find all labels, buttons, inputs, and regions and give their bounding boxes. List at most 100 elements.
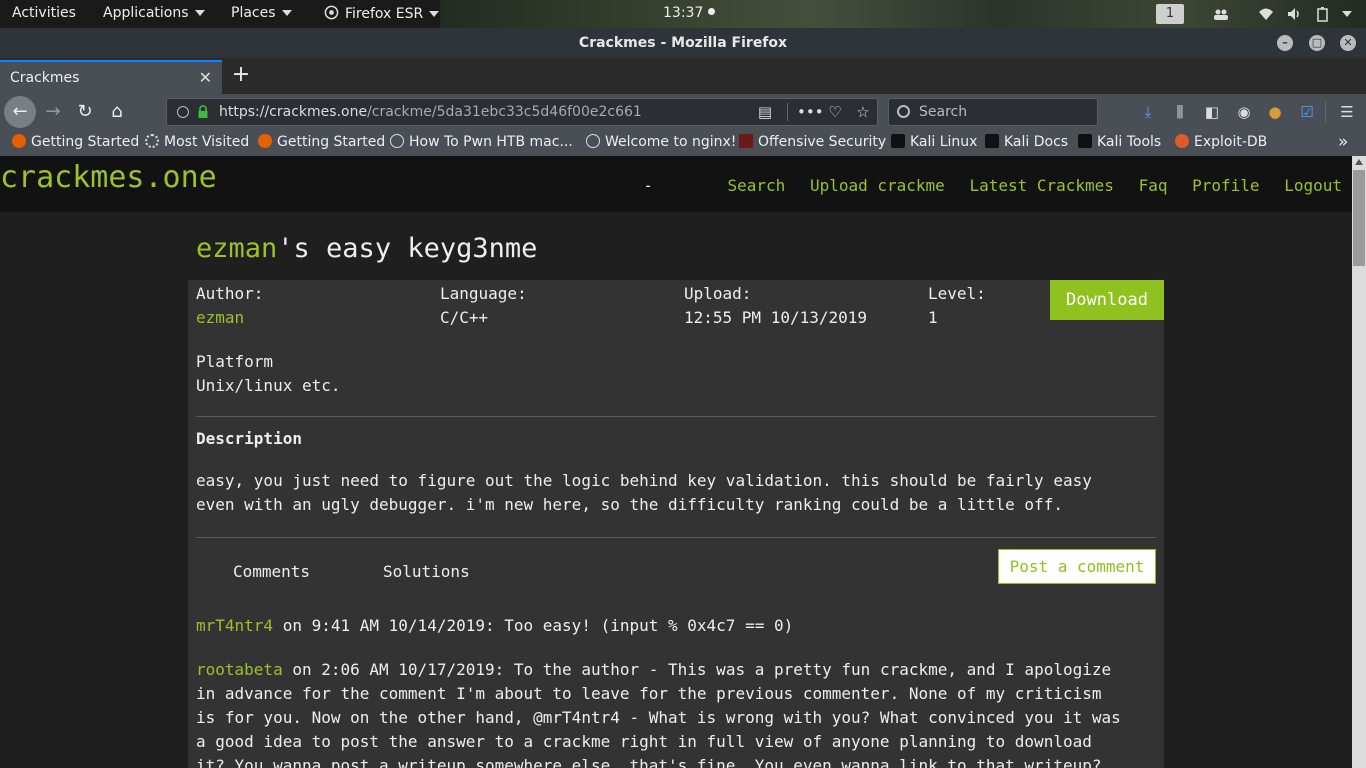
bookmark-label: Kali Tools: [1097, 134, 1162, 150]
exploit-db-icon: [1175, 134, 1189, 148]
comment-text: on 2:06 AM 10/17/2019: To the author - T…: [282, 660, 1112, 679]
volume-icon[interactable]: [1286, 6, 1302, 22]
padlock-icon[interactable]: [197, 105, 209, 119]
bookmark-kali-docs[interactable]: Kali Docs: [985, 134, 1068, 150]
page-scrollbar[interactable]: [1352, 156, 1366, 768]
site-nav: - Search Upload crackme Latest Crackmes …: [628, 176, 1342, 195]
author-link[interactable]: ezman: [196, 308, 244, 327]
bookmark-label: Welcome to nginx!: [605, 134, 737, 150]
bookmark-nginx[interactable]: Welcome to nginx!: [586, 134, 736, 150]
title-author-link[interactable]: ezman: [196, 233, 277, 264]
tab-label: Crackmes: [10, 70, 80, 86]
tab-solutions[interactable]: Solutions: [383, 562, 470, 581]
bookmark-getting-started[interactable]: Getting Started: [12, 134, 139, 150]
minimize-icon[interactable]: –: [1277, 35, 1293, 51]
crackme-card: Author: ezman Language: C/C++ Upload: 12…: [188, 280, 1164, 768]
description-line: easy, you just need to figure out the lo…: [196, 471, 1092, 490]
people-icon[interactable]: [1213, 6, 1229, 22]
bookmark-htb[interactable]: How To Pwn HTB mac...: [390, 134, 573, 150]
downloads-icon[interactable]: ⤓: [1138, 102, 1158, 122]
chevron-down-icon: [194, 10, 205, 16]
pocket-icon[interactable]: ♡: [825, 102, 845, 122]
nav-upload[interactable]: Upload crackme: [810, 176, 945, 195]
url-path: /crackme/5da31ebc33c5d46f00e2c661: [367, 104, 642, 120]
toolbar-divider: [1325, 102, 1326, 122]
close-window-icon[interactable]: ✕: [1340, 35, 1356, 51]
info-icon[interactable]: [177, 106, 189, 118]
app-menu[interactable]: Firefox ESR: [324, 5, 440, 22]
system-top-bar: Activities Applications Places Firefox E…: [0, 0, 1366, 28]
notification-dot-icon: [707, 8, 715, 15]
site-header: crackmes.one - Search Upload crackme Lat…: [0, 156, 1352, 212]
forward-arrow-icon[interactable]: →: [38, 97, 68, 127]
bookmark-most-visited[interactable]: Most Visited: [145, 134, 249, 150]
hamburger-menu-icon[interactable]: ☰: [1337, 102, 1357, 122]
firefox-icon: [258, 134, 272, 148]
close-tab-icon[interactable]: ✕: [199, 62, 212, 94]
bookmark-kali-tools[interactable]: Kali Tools: [1078, 134, 1161, 150]
more-bookmarks-icon[interactable]: »: [1338, 132, 1348, 152]
firefox-icon: [324, 5, 339, 20]
nav-separator: -: [643, 176, 653, 195]
bookmark-kali-linux[interactable]: Kali Linux: [891, 134, 977, 150]
comment: mrT4ntr4 on 9:41 AM 10/14/2019: Too easy…: [196, 614, 1160, 638]
firefox-icon: [12, 134, 26, 148]
workspace-indicator[interactable]: 1: [1156, 4, 1184, 24]
nav-latest[interactable]: Latest Crackmes: [969, 176, 1114, 195]
tab-bar: Crackmes ✕ +: [0, 58, 1366, 94]
scroll-up-icon[interactable]: [1355, 159, 1363, 165]
cookie-icon[interactable]: ●: [1265, 102, 1285, 122]
post-comment-button[interactable]: Post a comment: [998, 549, 1156, 584]
offsec-icon: [739, 134, 753, 148]
extension-icon[interactable]: ☑: [1297, 102, 1317, 122]
tab-crackmes[interactable]: Crackmes ✕: [0, 60, 222, 94]
page-actions-icon[interactable]: •••: [797, 102, 824, 122]
reader-view-icon[interactable]: ▤: [755, 102, 775, 122]
description-text: easy, you just need to figure out the lo…: [196, 469, 1160, 517]
url-bar[interactable]: https://crackmes.one/crackme/5da31ebc33c…: [166, 98, 878, 126]
back-arrow-icon[interactable]: ←: [4, 96, 36, 128]
reload-icon[interactable]: ↻: [70, 97, 100, 127]
applications-menu[interactable]: Applications: [103, 5, 205, 21]
page-viewport: crackmes.one - Search Upload crackme Lat…: [0, 156, 1352, 768]
maximize-icon[interactable]: □: [1309, 35, 1325, 51]
activities-button[interactable]: Activities: [12, 5, 76, 21]
nav-profile[interactable]: Profile: [1192, 176, 1259, 195]
search-field[interactable]: Search: [888, 98, 1098, 126]
level-value: 1: [928, 308, 938, 327]
library-icon[interactable]: ⫼: [1170, 102, 1190, 122]
globe-icon: [390, 134, 404, 148]
applications-label: Applications: [103, 5, 189, 21]
kali-dragon-icon: [985, 134, 999, 148]
home-icon[interactable]: ⌂: [102, 97, 132, 127]
tab-comments[interactable]: Comments: [233, 562, 310, 581]
battery-icon[interactable]: [1315, 6, 1331, 22]
site-logo[interactable]: crackmes.one: [0, 160, 217, 195]
comment-author-link[interactable]: mrT4ntr4: [196, 616, 273, 635]
nav-logout[interactable]: Logout: [1284, 176, 1342, 195]
scrollbar-thumb[interactable]: [1353, 170, 1365, 266]
description-line: even with an ugly debugger. i'm new here…: [196, 495, 1063, 514]
new-tab-icon[interactable]: +: [230, 62, 252, 88]
comment: rootabeta on 2:06 AM 10/17/2019: To the …: [196, 658, 1160, 768]
clock[interactable]: 13:37: [663, 5, 715, 21]
comment-author-link[interactable]: rootabeta: [196, 660, 283, 679]
bookmark-label: Most Visited: [164, 134, 250, 150]
bookmarks-toolbar: Getting Started Most Visited Getting Sta…: [0, 130, 1366, 156]
url-text: https://crackmes.one/crackme/5da31ebc33c…: [219, 99, 642, 125]
wifi-icon[interactable]: [1258, 6, 1274, 22]
bookmark-star-icon[interactable]: ☆: [853, 102, 873, 122]
nav-faq[interactable]: Faq: [1139, 176, 1168, 195]
bookmark-getting-started-2[interactable]: Getting Started: [258, 134, 385, 150]
sidebar-icon[interactable]: ◧: [1202, 102, 1222, 122]
places-menu[interactable]: Places: [231, 5, 292, 21]
download-button[interactable]: Download: [1050, 280, 1164, 320]
bookmark-offensive-security[interactable]: Offensive Security: [739, 134, 886, 150]
nav-search[interactable]: Search: [728, 176, 786, 195]
globe-icon: [586, 134, 600, 148]
comment-line: rootabeta on 2:06 AM 10/17/2019: To the …: [196, 658, 1160, 682]
bookmark-exploit-db[interactable]: Exploit-DB: [1175, 134, 1267, 150]
system-menu-chevron-icon[interactable]: [1342, 11, 1352, 17]
account-icon[interactable]: ◉: [1234, 102, 1254, 122]
language-label: Language:: [440, 284, 527, 303]
